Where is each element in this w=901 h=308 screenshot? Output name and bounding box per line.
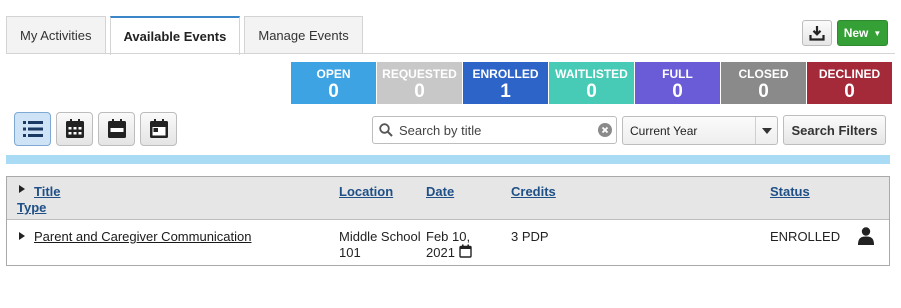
caret-down-icon: ▼ — [873, 28, 882, 38]
status-tile-label: FULL — [662, 67, 693, 81]
status-tile-requested[interactable]: REQUESTED 0 — [377, 62, 462, 104]
status-tile-count: 0 — [414, 81, 425, 102]
view-switcher — [14, 112, 177, 146]
month-view-button[interactable] — [56, 112, 93, 146]
download-button[interactable] — [802, 20, 832, 46]
table-header: Title Type Location Date Credits Status — [7, 177, 889, 220]
calendar-icon[interactable] — [459, 244, 472, 261]
year-select-value: Current Year — [630, 123, 698, 138]
calendar-month-icon — [65, 119, 84, 138]
list-view-button[interactable] — [14, 112, 51, 146]
row-credits: 3 PDP — [511, 229, 549, 244]
status-tiles: OPEN 0 REQUESTED 0 ENROLLED 1 WAITLISTED 0 FULL 0… — [291, 62, 893, 104]
status-tile-open[interactable]: OPEN 0 — [291, 62, 376, 104]
status-tile-count: 0 — [672, 81, 683, 102]
tab-divider — [6, 53, 895, 54]
status-tile-count: 1 — [500, 81, 511, 102]
year-select[interactable]: Current Year — [622, 116, 778, 145]
status-tile-count: 0 — [586, 81, 597, 102]
event-title-link[interactable]: Parent and Caregiver Communication — [34, 229, 252, 244]
tab-available-events[interactable]: Available Events — [109, 16, 241, 55]
status-tile-waitlisted[interactable]: WAITLISTED 0 — [549, 62, 634, 104]
row-date-line2: 2021 — [426, 245, 455, 260]
caret-down-icon — [755, 117, 777, 144]
download-icon — [809, 26, 825, 41]
expand-row-icon[interactable] — [19, 232, 25, 240]
results-bar — [6, 155, 890, 164]
header-type[interactable]: Type — [17, 200, 46, 215]
header-date[interactable]: Date — [426, 184, 454, 199]
header-location[interactable]: Location — [339, 184, 393, 199]
search-icon — [373, 123, 399, 137]
user-icon[interactable] — [858, 227, 874, 248]
status-tile-label: OPEN — [316, 67, 351, 81]
status-tile-label: WAITLISTED — [555, 67, 628, 81]
status-tile-label: ENROLLED — [472, 67, 539, 81]
row-location-line2: 101 — [339, 245, 361, 260]
tab-my-activities[interactable]: My Activities — [6, 16, 106, 54]
row-date-line1: Feb 10, — [426, 229, 471, 244]
status-tile-full[interactable]: FULL 0 — [635, 62, 720, 104]
day-view-button[interactable] — [140, 112, 177, 146]
search-filters-button[interactable]: Search Filters — [783, 115, 886, 145]
events-table: Title Type Location Date Credits Status … — [6, 176, 890, 266]
search-input[interactable] — [399, 122, 594, 138]
status-tile-count: 0 — [844, 81, 855, 102]
new-button-label: New — [843, 26, 869, 40]
calendar-week-icon — [107, 119, 126, 138]
status-tile-closed[interactable]: CLOSED 0 — [721, 62, 806, 104]
status-badge: ENROLLED — [770, 229, 841, 244]
header-credits[interactable]: Credits — [511, 184, 556, 199]
tab-bar: My Activities Available Events Manage Ev… — [6, 16, 367, 55]
calendar-day-icon — [149, 119, 168, 138]
status-tile-declined[interactable]: DECLINED 0 — [807, 62, 892, 104]
row-location-line1: Middle School — [339, 229, 421, 244]
status-tile-label: CLOSED — [738, 67, 789, 81]
clear-search-icon[interactable] — [594, 123, 616, 137]
header-title[interactable]: Title — [34, 184, 61, 199]
status-tile-label: REQUESTED — [382, 67, 457, 81]
status-tile-enrolled[interactable]: ENROLLED 1 — [463, 62, 548, 104]
header-status[interactable]: Status — [770, 184, 810, 199]
list-icon — [22, 121, 43, 137]
status-tile-count: 0 — [328, 81, 339, 102]
status-tile-label: DECLINED — [818, 67, 881, 81]
tab-manage-events[interactable]: Manage Events — [244, 16, 363, 54]
search-box — [372, 116, 617, 144]
new-button[interactable]: New ▼ — [837, 20, 888, 46]
status-tile-count: 0 — [758, 81, 769, 102]
expand-triangle-icon — [19, 185, 25, 193]
week-view-button[interactable] — [98, 112, 135, 146]
